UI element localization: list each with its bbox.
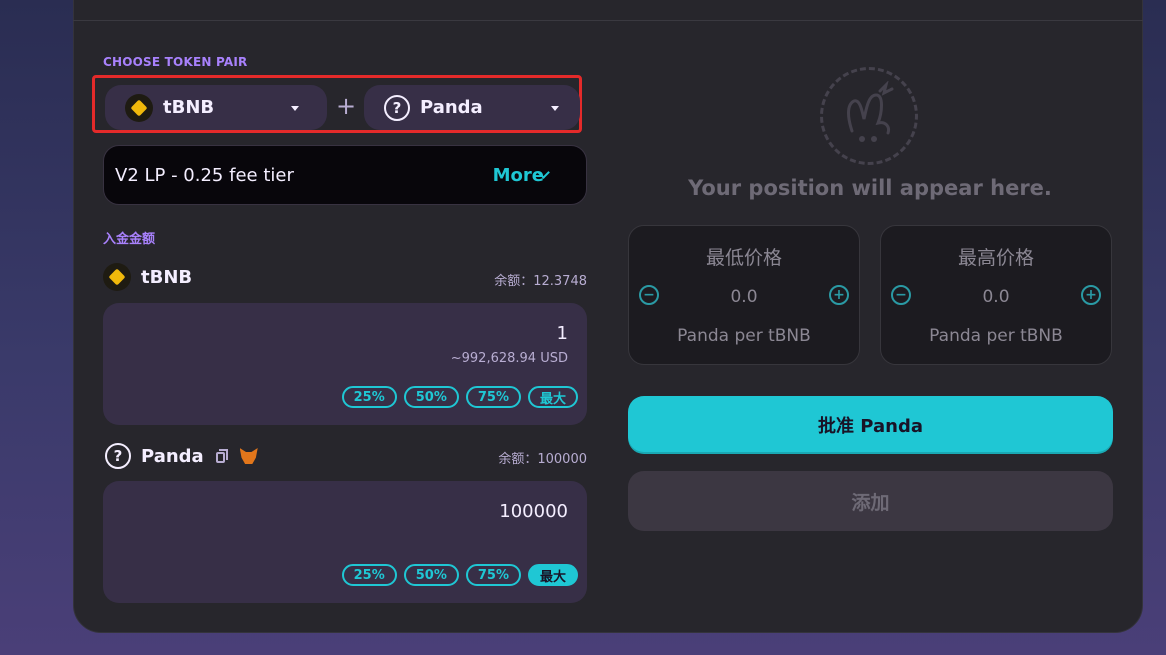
question-mark-icon: ? (105, 443, 131, 469)
bunny-illustration (847, 81, 894, 142)
question-mark-icon: ? (384, 94, 410, 121)
min-price-card: 最低价格 − 0.0 + Panda per tBNB (628, 225, 860, 365)
min-price-title: 最低价格 (705, 247, 782, 269)
token-a-amount-value[interactable]: 1 (557, 323, 568, 344)
percent-25-button[interactable]: 25% (341, 564, 397, 586)
caret-down-icon (551, 106, 559, 111)
token-a-percent-buttons: 25% 50% 75% 最大 (341, 386, 578, 408)
token-a-row: tBNB (103, 263, 192, 291)
percent-50-button[interactable]: 50% (403, 386, 459, 408)
token-a-symbol: tBNB (163, 97, 215, 118)
token-b-amount-input[interactable]: 100000 25% 50% 75% 最大 (103, 481, 587, 603)
approve-panda-button[interactable]: 批准 Panda (628, 396, 1113, 454)
increase-min-price-button[interactable]: + (829, 285, 849, 305)
max-button[interactable]: 最大 (527, 564, 578, 586)
max-price-unit: Panda per tBNB (929, 326, 1063, 346)
token-b-percent-buttons: 25% 50% 75% 最大 (341, 564, 578, 586)
max-price-title: 最高价格 (957, 247, 1034, 269)
max-button[interactable]: 最大 (527, 386, 578, 408)
token-b-deposit-symbol: Panda (141, 445, 204, 467)
token-b-row: ? Panda (105, 443, 258, 469)
add-liquidity-button[interactable]: 添加 (628, 471, 1113, 531)
more-button[interactable]: More (493, 165, 544, 186)
increase-max-price-button[interactable]: + (1081, 285, 1101, 305)
deposit-amount-label: 入金金额 (103, 232, 156, 247)
percent-75-button[interactable]: 75% (465, 386, 521, 408)
token-b-balance: 余额：100000 (498, 452, 587, 467)
bunny-icon (820, 67, 918, 165)
plus-icon: + (336, 92, 357, 120)
token-b-selector[interactable]: ? Panda (364, 85, 580, 130)
fee-tier-label: V2 LP - 0.25 fee tier (115, 165, 294, 186)
bnb-coin-icon (103, 263, 131, 291)
token-a-deposit-symbol: tBNB (141, 266, 193, 288)
token-b-symbol: Panda (420, 97, 483, 118)
metamask-fox-icon[interactable] (239, 448, 258, 464)
token-a-selector[interactable]: tBNB (105, 85, 327, 130)
position-placeholder-text: Your position will appear here. (688, 176, 1052, 200)
caret-down-icon (291, 106, 299, 111)
header-divider (73, 20, 1143, 21)
token-a-amount-input[interactable]: 1 ~992,628.94 USD 25% 50% 75% 最大 (103, 303, 587, 425)
percent-25-button[interactable]: 25% (341, 386, 397, 408)
bnb-coin-icon (125, 93, 153, 122)
token-a-usd-value: ~992,628.94 USD (450, 351, 568, 366)
min-price-input[interactable]: 0.0 (629, 287, 859, 307)
min-price-unit: Panda per tBNB (677, 326, 811, 346)
copy-icon[interactable] (215, 449, 228, 463)
max-price-input[interactable]: 0.0 (881, 287, 1111, 307)
choose-token-pair-label: CHOOSE TOKEN PAIR (103, 55, 248, 69)
token-b-amount-value[interactable]: 100000 (499, 501, 568, 522)
percent-75-button[interactable]: 75% (465, 564, 521, 586)
token-a-balance: 余额：12.3748 (494, 274, 587, 289)
max-price-card: 最高价格 − 0.0 + Panda per tBNB (880, 225, 1112, 365)
percent-50-button[interactable]: 50% (403, 564, 459, 586)
fee-tier-selector[interactable]: V2 LP - 0.25 fee tier More (103, 145, 587, 205)
